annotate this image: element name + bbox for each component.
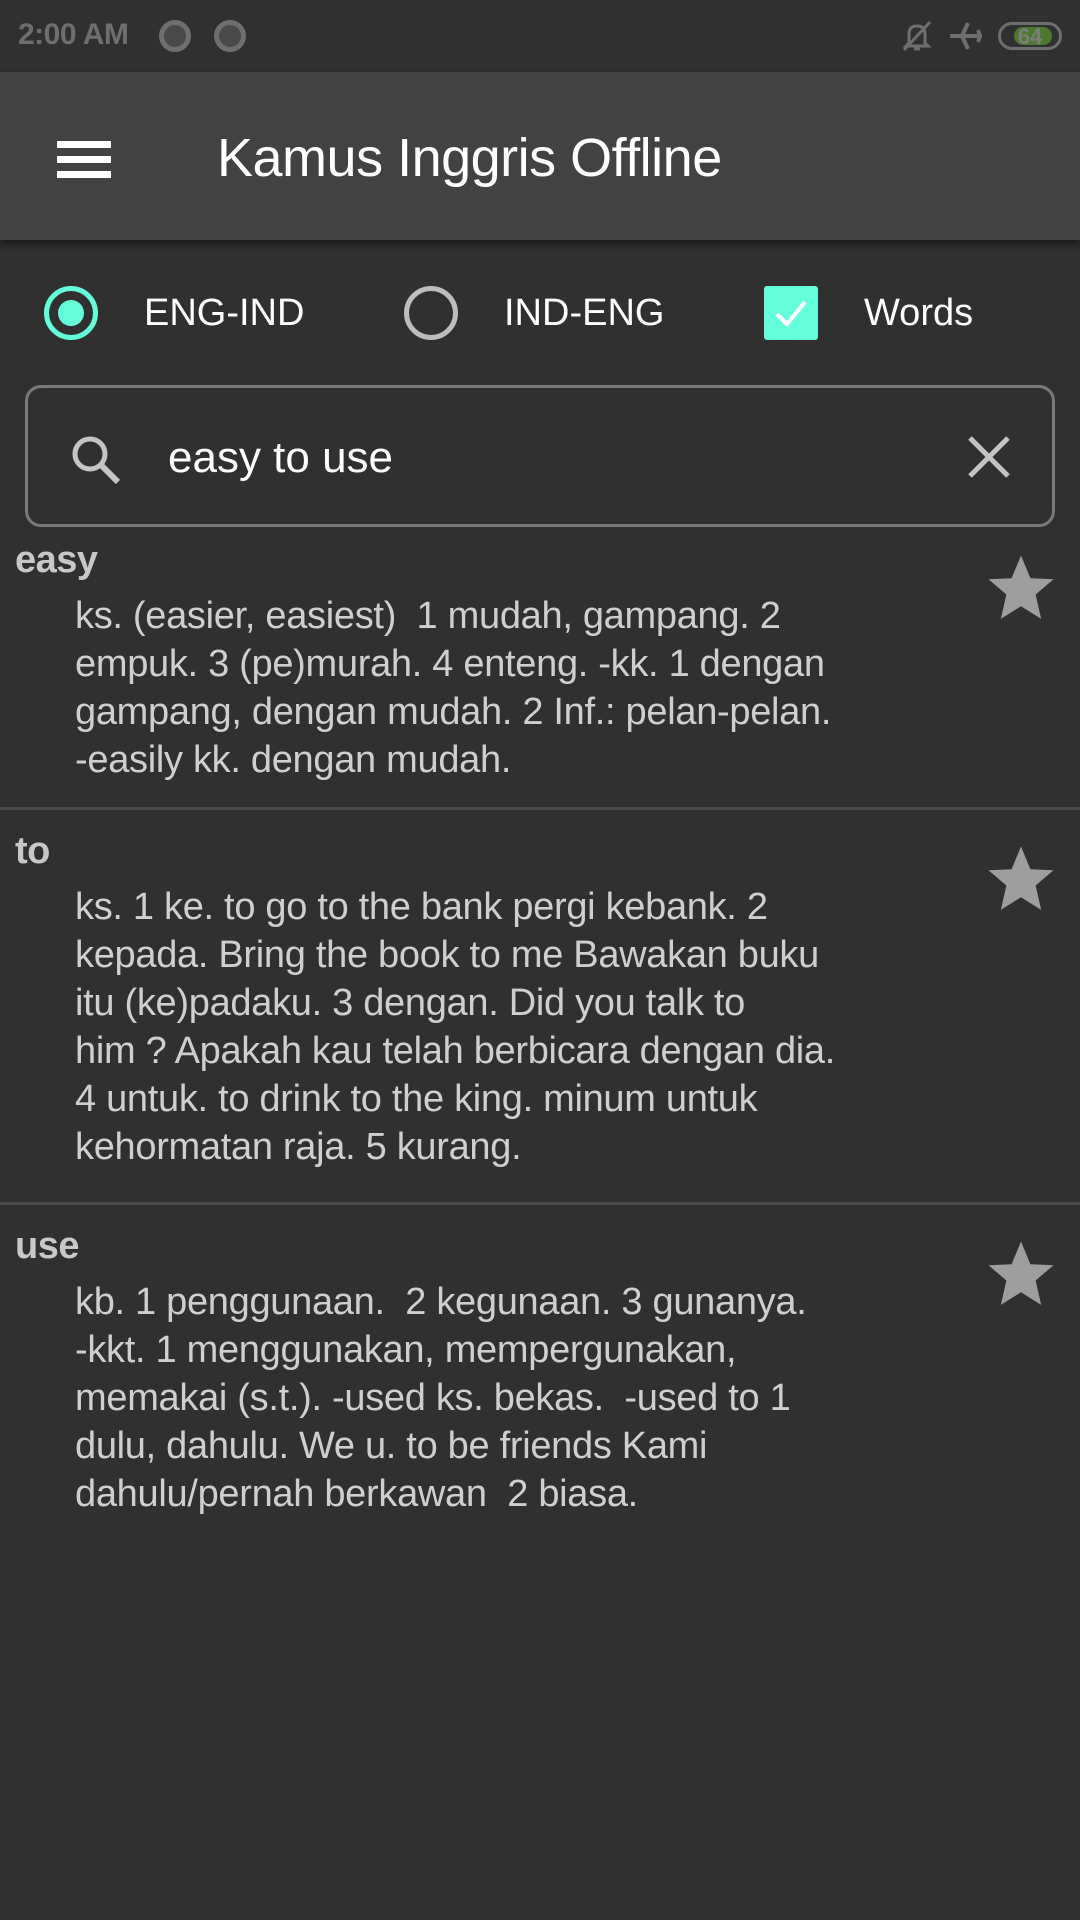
star-icon[interactable] [982,549,1060,627]
battery-level: 64 [1017,24,1043,49]
status-bar: 2:00 AM 64 [0,0,1080,72]
list-item[interactable]: use kb. 1 penggunaan. 2 kegunaan. 3 guna… [0,1205,1080,1545]
dictionary-options: ENG-IND IND-ENG Words [0,276,1080,350]
entry-word: easy [15,539,98,581]
radio-checked-icon[interactable] [44,286,98,340]
close-icon[interactable] [966,434,1012,480]
entry-definition: kb. 1 penggunaan. 2 kegunaan. 3 gunanya.… [75,1281,807,1515]
list-item[interactable]: to ks. 1 ke. to go to the bank pergi keb… [0,810,1080,1205]
search-box [25,385,1055,527]
radio-unchecked-icon[interactable] [404,286,458,340]
app-bar: Kamus Inggris Offline [0,72,1080,240]
airplane-mode-icon [948,19,984,53]
entry-word: use [15,1225,79,1267]
notifications-off-icon [900,19,934,53]
search-input[interactable] [168,418,948,498]
radio-ind-eng[interactable]: IND-ENG [404,276,664,350]
checkbox-words-label: Words [864,291,974,334]
checkbox-words[interactable]: Words [764,276,973,350]
radio-eng-ind[interactable]: ENG-IND [44,276,304,350]
status-time: 2:00 AM [18,18,129,51]
results-list: easy ks. (easier, easiest) 1 mudah, gamp… [0,535,1080,1545]
notification-dot-icon [214,20,246,52]
list-item[interactable]: easy ks. (easier, easiest) 1 mudah, gamp… [0,535,1080,810]
checkbox-checked-icon[interactable] [764,286,818,340]
star-icon[interactable] [982,1235,1060,1313]
checkmark-icon [775,300,807,327]
entry-definition: ks. (easier, easiest) 1 mudah, gampang. … [75,595,832,781]
radio-eng-ind-label: ENG-IND [144,291,305,334]
menu-button[interactable] [40,116,128,196]
entry-definition: ks. 1 ke. to go to the bank pergi kebank… [75,886,836,1168]
battery-icon: 64 [998,22,1062,50]
search-icon[interactable] [68,432,124,493]
entry-word: to [15,830,50,872]
notification-dot-icon [159,20,191,52]
status-icons: 64 [900,18,1062,54]
radio-ind-eng-label: IND-ENG [504,291,665,334]
app-title: Kamus Inggris Offline [217,128,722,188]
star-icon[interactable] [982,840,1060,918]
